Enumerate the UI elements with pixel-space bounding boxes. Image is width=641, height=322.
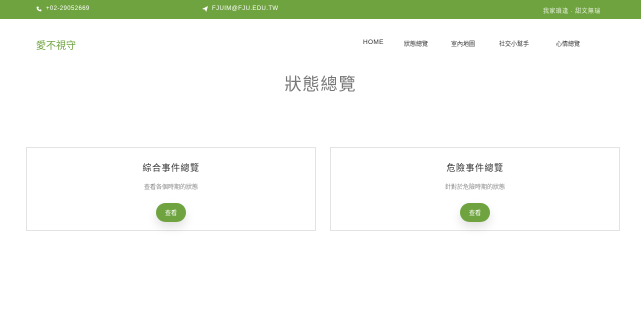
phone-number: +02-29052669 — [46, 6, 90, 12]
phone-icon — [36, 6, 42, 12]
card-danger-events: 危險事件總覽 針對於危險時期的狀態 查看 — [330, 147, 620, 231]
send-icon — [202, 6, 208, 12]
topbar-right-links[interactable]: 我家瑣逢 · 甜文無瑞 — [543, 6, 601, 15]
page-title: 狀態總覽 — [284, 75, 357, 95]
view-danger-events-button[interactable]: 查看 — [460, 203, 490, 222]
card-general-events: 綜合事件總覽 查看各個時期的狀態 查看 — [26, 147, 316, 231]
email-contact[interactable]: FJUIM@FJU.EDU.TW — [202, 6, 278, 12]
email-address: FJUIM@FJU.EDU.TW — [212, 6, 279, 12]
top-info-bar: +02-29052669 FJUIM@FJU.EDU.TW 我家瑣逢 · 甜文無… — [0, 0, 641, 19]
card-title: 綜合事件總覽 — [142, 164, 200, 174]
brand-logo[interactable]: 愛不視守 — [36, 37, 76, 52]
nav-item-home[interactable]: HOME — [363, 39, 384, 46]
card-description: 查看各個時期的狀態 — [143, 184, 198, 191]
nav-item-social-helper[interactable]: 社交小幫手 — [499, 39, 529, 48]
main-navbar: 愛不視守 HOME 狀態總覽 室內地圖 社交小幫手 心情總覽 — [0, 19, 641, 65]
topbar-right-text: 我家瑣逢 · 甜文無瑞 — [543, 9, 601, 15]
card-description: 針對於危險時期的狀態 — [444, 184, 505, 191]
nav-item-indoor-map[interactable]: 室內地圖 — [451, 39, 475, 48]
nav-item-mood-overview[interactable]: 心情總覽 — [556, 39, 580, 48]
nav-item-status-overview[interactable]: 狀態總覽 — [404, 39, 428, 48]
card-title: 危險事件總覽 — [446, 164, 504, 174]
view-general-events-button[interactable]: 查看 — [156, 203, 186, 222]
phone-contact[interactable]: +02-29052669 — [36, 6, 90, 12]
